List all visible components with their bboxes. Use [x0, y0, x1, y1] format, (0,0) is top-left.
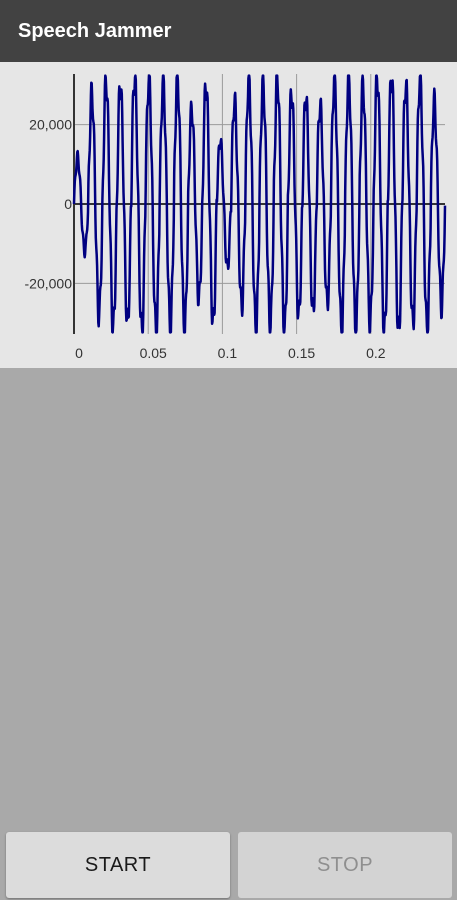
waveform-svg: 20,000 0 -20,000 0 0.05 0.1 0.15 0.2 — [25, 74, 447, 361]
stop-button[interactable]: STOP — [238, 832, 452, 898]
waveform-chart: 20,000 0 -20,000 0 0.05 0.1 0.15 0.2 — [0, 62, 457, 368]
x-tick-label: 0 — [75, 345, 83, 361]
y-tick-label: -20,000 — [25, 275, 73, 291]
start-button[interactable]: START — [6, 832, 230, 898]
app-bar: Speech Jammer — [0, 0, 457, 62]
y-tick-label: 20,000 — [29, 117, 72, 133]
x-tick-label: 0.15 — [288, 345, 315, 361]
y-tick-label: 0 — [64, 196, 72, 212]
x-tick-label: 0.05 — [140, 345, 167, 361]
content-area — [0, 368, 457, 830]
x-tick-label: 0.2 — [366, 345, 386, 361]
app-title: Speech Jammer — [18, 19, 172, 42]
button-row: START STOP — [0, 830, 457, 900]
x-tick-label: 0.1 — [218, 345, 238, 361]
